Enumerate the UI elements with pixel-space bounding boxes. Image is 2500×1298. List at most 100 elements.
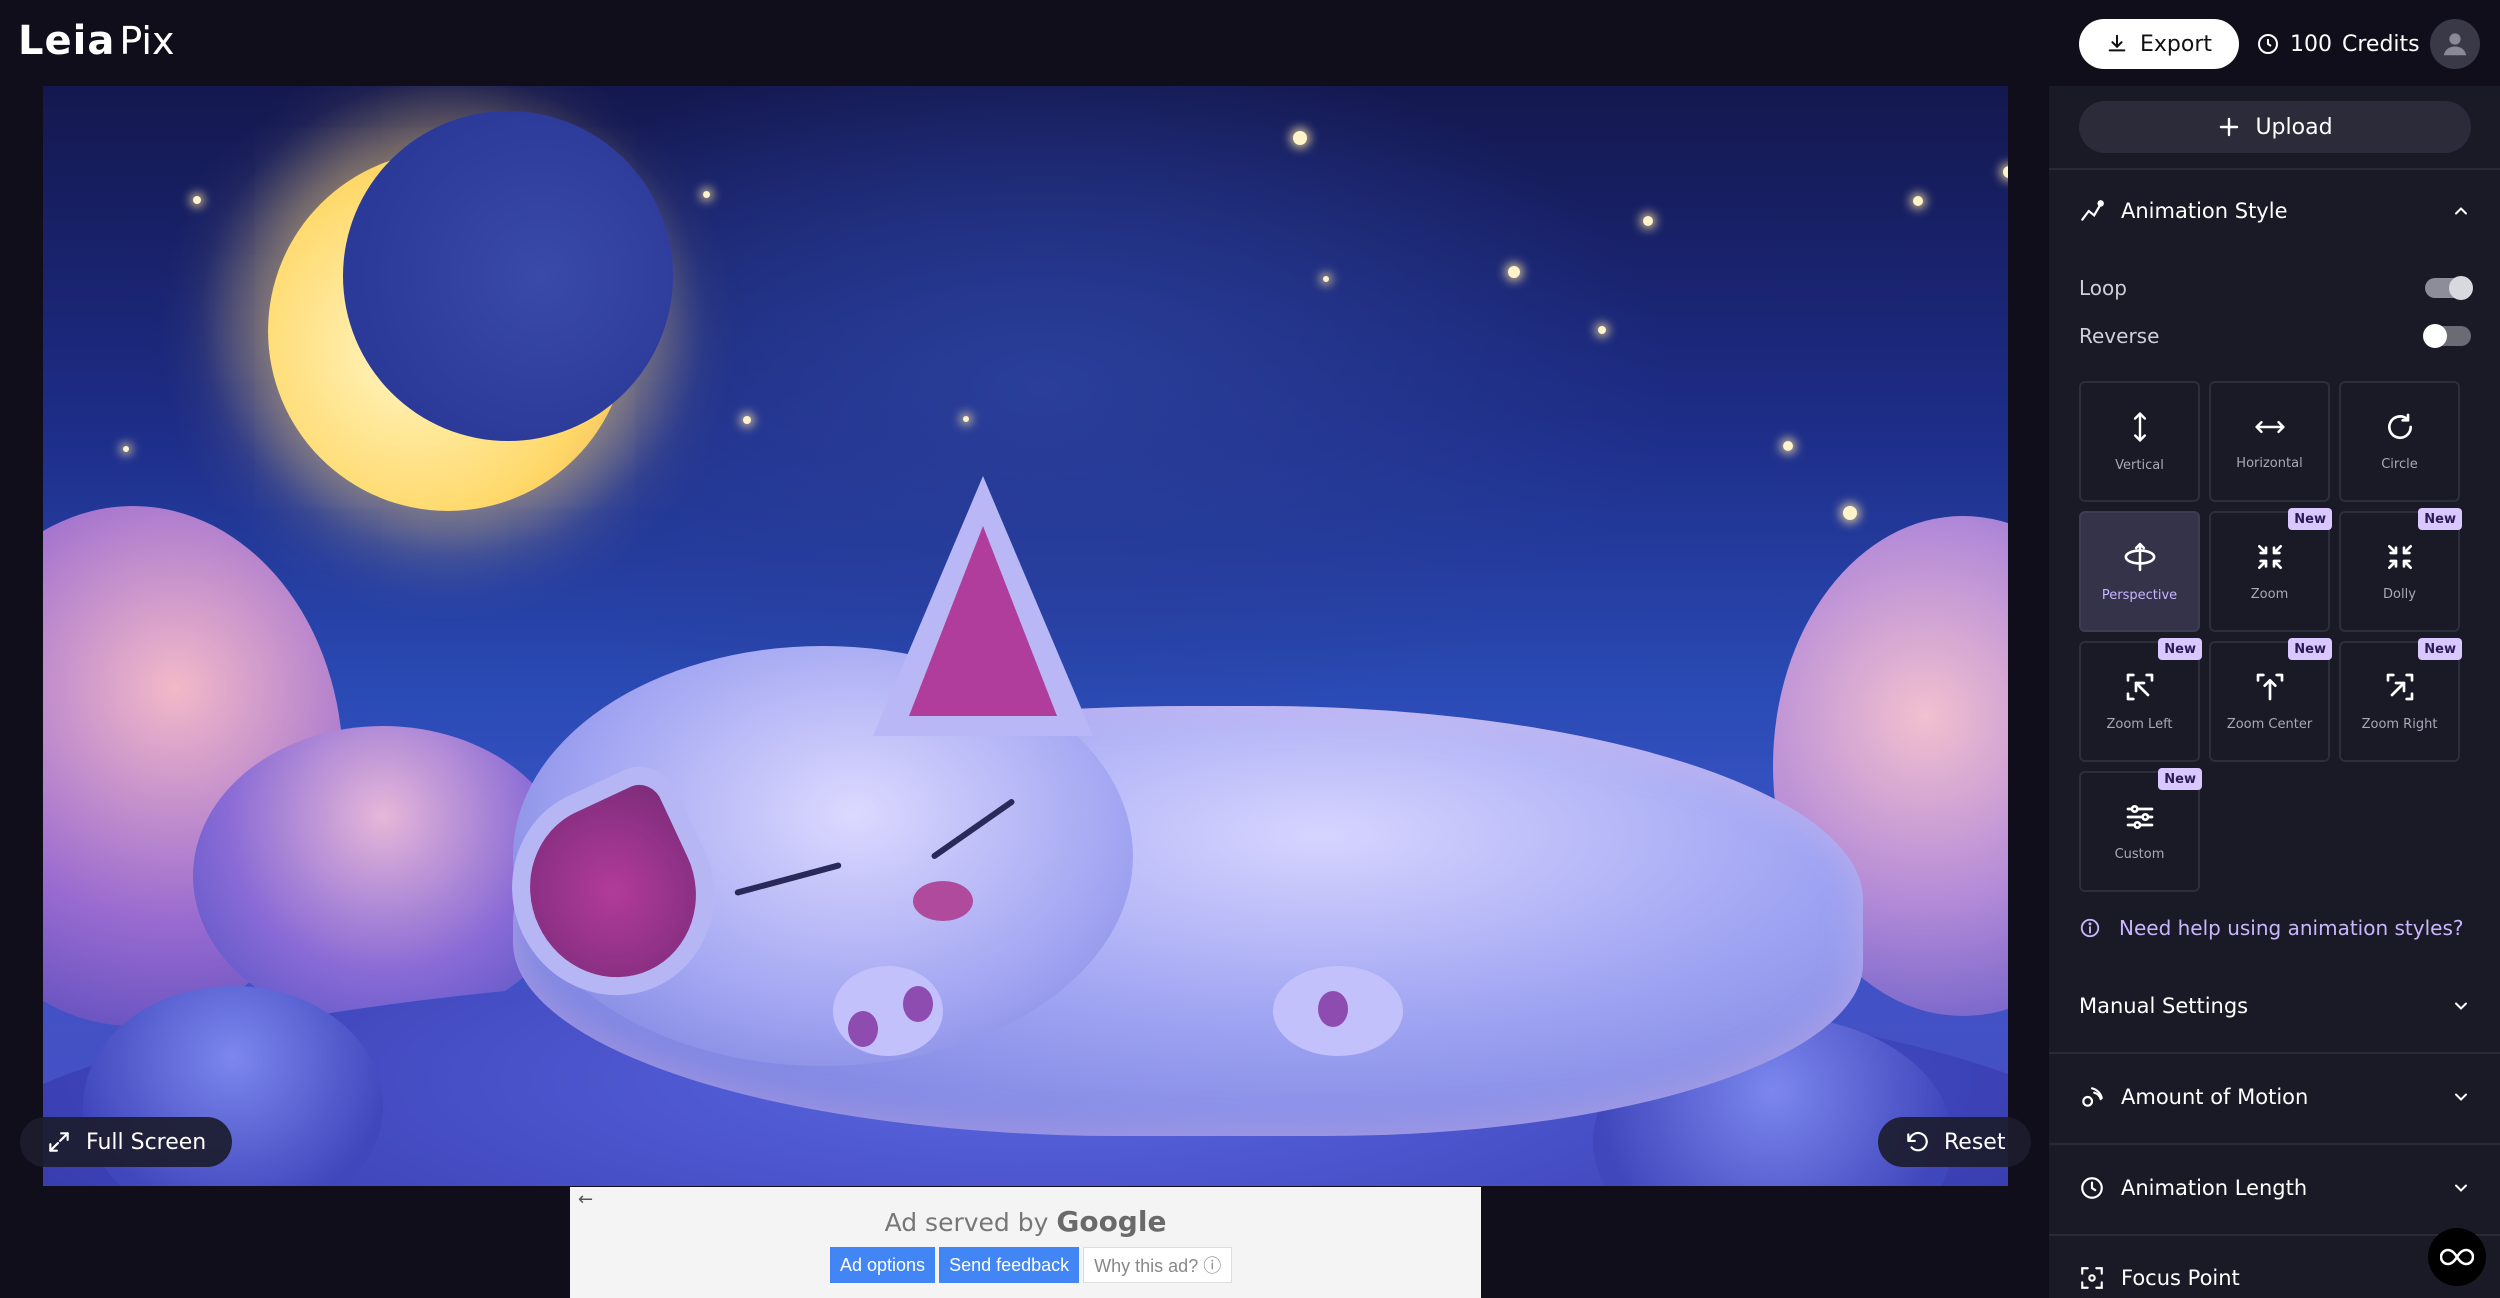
- style-label: Zoom Right: [2361, 717, 2438, 732]
- cat-nose: [913, 881, 973, 921]
- animation-length-title: Animation Length: [2121, 1176, 2308, 1200]
- reset-button[interactable]: Reset: [1878, 1117, 2032, 1167]
- cat-paw-pad: [1318, 991, 1348, 1027]
- download-icon: [2108, 34, 2126, 52]
- star: [123, 446, 129, 452]
- style-custom[interactable]: New Custom: [2079, 768, 2202, 892]
- credits-display[interactable]: 100 Credits: [2256, 19, 2420, 69]
- why-this-ad-button[interactable]: Why this ad? ⓘ: [1083, 1247, 1233, 1283]
- zoom-center-icon: [2256, 673, 2283, 701]
- infinity-icon: [2440, 1248, 2474, 1266]
- divider: [2049, 1143, 2500, 1145]
- new-badge: New: [2288, 508, 2332, 530]
- fullscreen-label: Full Screen: [86, 1129, 207, 1155]
- star: [1293, 131, 1307, 145]
- plus-icon: [2220, 117, 2239, 137]
- style-perspective[interactable]: Perspective: [2079, 511, 2200, 632]
- help-link-text: Need help using animation styles?: [2119, 916, 2464, 940]
- style-circle[interactable]: Circle: [2339, 381, 2460, 502]
- animation-length-header[interactable]: Animation Length: [2079, 1168, 2471, 1208]
- cat-paw-pad: [903, 986, 933, 1022]
- star: [193, 196, 201, 204]
- animation-style-title: Animation Style: [2121, 199, 2288, 223]
- image-preview[interactable]: [43, 86, 2008, 1186]
- loop-toggle[interactable]: [2425, 276, 2473, 300]
- ad-options-button[interactable]: Ad options: [830, 1247, 936, 1283]
- manual-settings-header[interactable]: Manual Settings: [2079, 986, 2471, 1026]
- focus-point-title: Focus Point: [2121, 1266, 2240, 1290]
- star: [963, 416, 969, 422]
- ad-served-by: Ad served by: [884, 1208, 1049, 1237]
- ad-served-text: Ad served by Google: [570, 1205, 1481, 1238]
- export-label: Export: [2139, 31, 2212, 57]
- credits-count: 100: [2290, 31, 2332, 57]
- star: [1783, 441, 1793, 451]
- star: [2003, 166, 2008, 178]
- focus-point-header[interactable]: Focus Point: [2079, 1258, 2471, 1298]
- amount-of-motion-header[interactable]: Amount of Motion: [2079, 1077, 2471, 1117]
- style-label: Dolly: [2383, 587, 2416, 602]
- divider: [2049, 168, 2500, 170]
- reverse-row: Reverse: [2079, 319, 2471, 353]
- new-badge: New: [2158, 768, 2202, 790]
- style-label: Zoom Center: [2226, 717, 2313, 732]
- style-zoom-right[interactable]: New Zoom Right: [2339, 638, 2462, 762]
- star: [1643, 216, 1653, 226]
- sliders-icon: [2126, 805, 2153, 829]
- ad-buttons: Ad options Send feedback Why this ad? ⓘ: [830, 1247, 1233, 1283]
- star: [743, 416, 751, 424]
- chevron-up-icon: [2455, 207, 2467, 215]
- style-label: Perspective: [2101, 588, 2178, 603]
- google-brand: Google: [1056, 1205, 1167, 1238]
- star: [1913, 196, 1923, 206]
- credits-label: Credits: [2342, 31, 2420, 57]
- user-avatar[interactable]: [2430, 19, 2480, 69]
- chevron-down-icon: [2455, 1002, 2467, 1010]
- style-zoom-center[interactable]: New Zoom Center: [2209, 638, 2332, 762]
- logo-secondary: Pix: [119, 19, 175, 63]
- style-label: Vertical: [2115, 458, 2164, 473]
- style-horizontal[interactable]: Horizontal: [2209, 381, 2330, 502]
- leiapix-logo[interactable]: Leia Pix: [18, 18, 174, 68]
- user-icon: [2443, 33, 2467, 56]
- fullscreen-button[interactable]: Full Screen: [20, 1117, 233, 1167]
- reset-label: Reset: [1944, 1129, 2006, 1155]
- divider: [2049, 1052, 2500, 1054]
- export-button[interactable]: Export: [2079, 19, 2239, 69]
- cat-paw-pad: [848, 1011, 878, 1047]
- credits-icon: [2258, 34, 2278, 54]
- animation-help-link[interactable]: Need help using animation styles?: [2079, 911, 2463, 945]
- reverse-toggle[interactable]: [2423, 324, 2471, 348]
- perspective-icon: [2124, 542, 2155, 572]
- focus-icon: [2081, 1267, 2103, 1289]
- logo-primary: Leia: [18, 18, 116, 64]
- style-vertical[interactable]: Vertical: [2079, 381, 2200, 502]
- style-label: Zoom: [2250, 587, 2289, 602]
- style-zoom-left[interactable]: New Zoom Left: [2079, 638, 2202, 762]
- reverse-label: Reverse: [2079, 324, 2160, 348]
- upload-button[interactable]: Upload: [2079, 101, 2471, 153]
- settings-panel: Upload Animation Style Loop Reverse Vert…: [2049, 86, 2500, 1298]
- new-badge: New: [2158, 638, 2202, 660]
- star: [1323, 276, 1329, 282]
- style-label: Custom: [2114, 847, 2165, 862]
- chevron-down-icon: [2455, 1184, 2467, 1192]
- style-zoom[interactable]: New Zoom: [2209, 508, 2332, 632]
- animation-styles-grid: Vertical Horizontal Circle Perspective N…: [2079, 381, 2471, 892]
- send-feedback-button[interactable]: Send feedback: [939, 1247, 1080, 1283]
- loop-row: Loop: [2079, 271, 2473, 305]
- loop-label: Loop: [2079, 276, 2127, 300]
- google-ad[interactable]: ← Ad served by Google Ad options Send fe…: [570, 1187, 1481, 1298]
- top-bar: Leia Pix Export 100 Credits: [0, 0, 2500, 86]
- animation-style-header[interactable]: Animation Style: [2079, 191, 2471, 231]
- style-label: Horizontal: [2236, 456, 2303, 471]
- style-dolly[interactable]: New Dolly: [2339, 508, 2462, 632]
- dolly-icon: [2387, 545, 2412, 569]
- star: [1843, 506, 1857, 520]
- zoom-icon: [2257, 545, 2282, 569]
- motion-icon: [2082, 1087, 2103, 1107]
- vertical-arrows-icon: [2133, 412, 2146, 442]
- star: [1508, 266, 1520, 278]
- chat-fab[interactable]: [2428, 1228, 2486, 1286]
- new-badge: New: [2418, 508, 2462, 530]
